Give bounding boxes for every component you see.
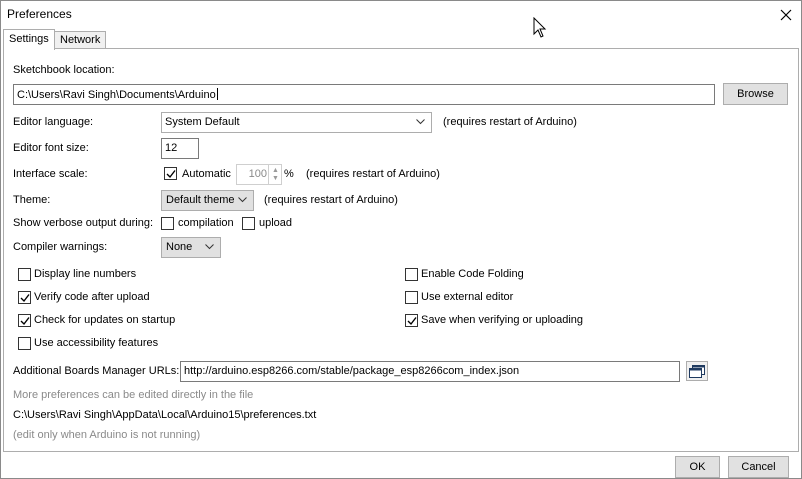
interface-scale-input[interactable]: 100	[236, 164, 271, 185]
tab-network[interactable]: Network	[54, 31, 107, 49]
sketchbook-location-label: Sketchbook location:	[13, 64, 115, 76]
automatic-scale-label: Automatic	[182, 168, 231, 180]
save-when-verifying-checkbox[interactable]	[405, 314, 418, 327]
compiler-warnings-select[interactable]: None	[161, 237, 221, 258]
editor-language-label: Editor language:	[13, 116, 94, 128]
chevron-down-icon	[238, 197, 247, 203]
ok-button[interactable]: OK	[675, 456, 720, 478]
browse-button[interactable]: Browse	[723, 83, 788, 105]
code-folding-label: Enable Code Folding	[421, 268, 524, 280]
checkmark-icon	[407, 317, 417, 326]
edit-when-not-running-note: (edit only when Arduino is not running)	[13, 429, 201, 441]
display-line-numbers-checkbox[interactable]	[18, 268, 31, 281]
boards-manager-urls-input[interactable]: http://arduino.esp8266.com/stable/packag…	[180, 361, 680, 382]
check-updates-label: Check for updates on startup	[34, 314, 176, 326]
external-editor-label: Use external editor	[421, 291, 514, 303]
boards-manager-urls-label: Additional Boards Manager URLs:	[13, 365, 180, 377]
more-preferences-note: More preferences can be edited directly …	[13, 389, 254, 401]
verbose-compilation-label: compilation	[178, 217, 234, 229]
interface-scale-label: Interface scale:	[13, 168, 88, 180]
accessibility-label: Use accessibility features	[34, 337, 159, 349]
theme-select[interactable]: Default theme	[161, 190, 254, 211]
theme-value: Default theme	[166, 194, 235, 206]
chevron-down-icon	[205, 244, 214, 250]
close-icon	[780, 9, 792, 20]
code-folding-checkbox[interactable]	[405, 268, 418, 281]
boards-manager-urls-edit-button[interactable]	[686, 361, 708, 381]
editor-font-size-input[interactable]: 12	[161, 138, 199, 159]
spinner-up-icon: ▲	[272, 167, 279, 174]
checkmark-icon	[20, 294, 30, 303]
compiler-warnings-value: None	[166, 241, 193, 253]
window-icon	[689, 364, 705, 378]
interface-scale-spinner[interactable]: ▲ ▼	[268, 164, 282, 185]
compiler-warnings-label: Compiler warnings:	[13, 241, 108, 253]
verbose-upload-label: upload	[259, 217, 293, 229]
checkmark-icon	[166, 170, 176, 179]
display-line-numbers-label: Display line numbers	[34, 268, 137, 280]
chevron-down-icon	[416, 119, 425, 125]
mouse-cursor-icon	[533, 17, 547, 38]
cancel-button[interactable]: Cancel	[728, 456, 789, 478]
editor-language-restart-note: (requires restart of Arduino)	[443, 116, 577, 128]
window-title: Preferences	[7, 7, 72, 21]
verify-after-upload-checkbox[interactable]	[18, 291, 31, 304]
theme-restart-note: (requires restart of Arduino)	[264, 194, 398, 206]
close-button[interactable]	[771, 1, 801, 28]
automatic-scale-checkbox[interactable]	[164, 167, 177, 180]
interface-scale-unit: %	[284, 168, 294, 180]
spinner-down-icon: ▼	[272, 175, 279, 182]
external-editor-checkbox[interactable]	[405, 291, 418, 304]
interface-scale-restart-note: (requires restart of Arduino)	[306, 168, 440, 180]
sketchbook-location-input[interactable]: C:\Users\Ravi Singh\Documents\Arduino	[13, 84, 715, 105]
verbose-output-label: Show verbose output during:	[13, 217, 154, 229]
editor-language-value: System Default	[165, 116, 240, 128]
sketchbook-location-value: C:\Users\Ravi Singh\Documents\Arduino	[17, 89, 216, 101]
preferences-file-path[interactable]: C:\Users\Ravi Singh\AppData\Local\Arduin…	[13, 409, 316, 421]
accessibility-checkbox[interactable]	[18, 337, 31, 350]
verbose-compilation-checkbox[interactable]	[161, 217, 174, 230]
checkmark-icon	[20, 317, 30, 326]
title-bar[interactable]: Preferences	[1, 1, 801, 28]
save-when-verifying-label: Save when verifying or uploading	[421, 314, 584, 326]
editor-font-size-label: Editor font size:	[13, 142, 89, 154]
text-caret	[216, 88, 218, 100]
tab-settings[interactable]: Settings	[3, 29, 55, 50]
check-updates-checkbox[interactable]	[18, 314, 31, 327]
editor-language-select[interactable]: System Default	[161, 112, 432, 133]
verify-after-upload-label: Verify code after upload	[34, 291, 150, 303]
theme-label: Theme:	[13, 194, 51, 206]
preferences-window: Preferences Settings Network Sketchbook …	[0, 0, 802, 479]
verbose-upload-checkbox[interactable]	[242, 217, 255, 230]
